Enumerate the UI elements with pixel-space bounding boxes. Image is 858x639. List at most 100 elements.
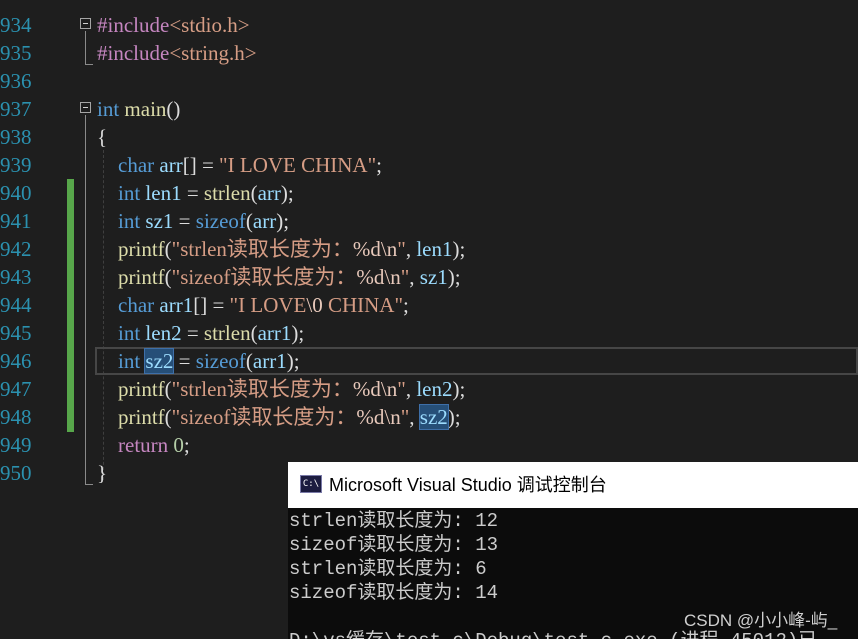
code-token: %d xyxy=(356,265,385,289)
code-token: [] = xyxy=(193,293,230,317)
code-text[interactable]: int len1 = strlen(arr); xyxy=(97,179,294,207)
code-text[interactable]: printf("strlen读取长度为：%d\n", len1); xyxy=(97,235,465,263)
line-number: 941 xyxy=(0,209,32,233)
console-app-icon: C:\ xyxy=(300,475,322,493)
code-token: arr1 xyxy=(159,293,194,317)
code-text[interactable]: int len2 = strlen(arr1); xyxy=(97,319,304,347)
code-text[interactable]: printf("strlen读取长度为：%d\n", len2); xyxy=(97,375,465,403)
code-line[interactable]: 941 int sz1 = sizeof(arr); xyxy=(0,207,858,235)
code-text[interactable]: printf("sizeof读取长度为：%d\n", sz2); xyxy=(97,403,461,431)
code-token: len1 xyxy=(145,181,182,205)
code-token: = xyxy=(173,349,196,373)
line-number: 950 xyxy=(0,461,32,485)
code-token: ; xyxy=(376,153,383,177)
line-number: 938 xyxy=(0,125,32,149)
code-token: , xyxy=(405,377,417,401)
code-token: ); xyxy=(286,349,300,373)
code-token: "I LOVE CHINA" xyxy=(219,153,377,177)
code-text[interactable]: int sz1 = sizeof(arr); xyxy=(97,207,289,235)
code-text[interactable]: return 0; xyxy=(97,431,190,459)
code-line[interactable]: 938 { xyxy=(0,123,858,151)
code-line[interactable]: 948 printf("sizeof读取长度为：%d\n", sz2); xyxy=(0,403,858,431)
code-token: "strlen读取长度为： xyxy=(171,237,353,261)
code-line[interactable]: 936 xyxy=(0,67,858,95)
code-text[interactable]: } xyxy=(97,459,107,487)
line-number: 947 xyxy=(0,377,32,401)
code-text[interactable]: printf("sizeof读取长度为：%d\n", sz1); xyxy=(97,263,461,291)
code-token: ); xyxy=(291,321,305,345)
code-token: <stdio.h> xyxy=(169,13,250,37)
code-token: int xyxy=(118,209,141,233)
code-token: <string.h> xyxy=(169,41,257,65)
code-line[interactable]: 939 char arr[] = "I LOVE CHINA"; xyxy=(0,151,858,179)
line-number: 942 xyxy=(0,237,32,261)
code-token: printf xyxy=(118,405,165,429)
code-line[interactable]: 946 int sz2 = sizeof(arr1); xyxy=(0,347,858,375)
code-token: ( xyxy=(250,181,258,205)
code-text[interactable]: int sz2 = sizeof(arr1); xyxy=(97,347,300,375)
code-text[interactable]: char arr1[] = "I LOVE\0 CHINA"; xyxy=(97,291,409,319)
code-token: \n xyxy=(380,237,398,261)
code-token: ); xyxy=(452,377,466,401)
code-token: ( xyxy=(164,265,172,289)
console-titlebar[interactable]: C:\ Microsoft Visual Studio 调试控制台 xyxy=(288,462,858,508)
code-token: len2 xyxy=(145,321,182,345)
code-token: main xyxy=(124,97,167,121)
code-token: ( xyxy=(164,405,172,429)
line-number: 934 xyxy=(0,13,32,37)
code-line[interactable]: 935 #include<string.h> xyxy=(0,39,858,67)
code-line[interactable]: 942 printf("strlen读取长度为：%d\n", len1); xyxy=(0,235,858,263)
line-number: 945 xyxy=(0,321,32,345)
code-token: CHINA" xyxy=(322,293,404,317)
code-token: int xyxy=(118,321,141,345)
code-token: ); xyxy=(276,209,290,233)
code-token: ; xyxy=(403,293,409,317)
code-text[interactable]: #include<string.h> xyxy=(97,39,257,67)
code-token: ( xyxy=(245,209,253,233)
code-token: " xyxy=(397,377,406,401)
code-line[interactable]: 949 return 0; xyxy=(0,431,858,459)
code-token: printf xyxy=(118,265,165,289)
code-token: printf xyxy=(118,377,165,401)
code-token: #include xyxy=(97,41,170,65)
code-token: ; xyxy=(183,433,190,457)
line-number: 939 xyxy=(0,153,32,177)
line-number: 948 xyxy=(0,405,32,429)
code-token: char xyxy=(118,293,155,317)
code-token: " xyxy=(397,237,406,261)
code-token: , xyxy=(405,237,417,261)
code-token: #include xyxy=(97,13,170,37)
code-token: return xyxy=(118,433,169,457)
code-token: strlen xyxy=(203,321,251,345)
code-text[interactable]: { xyxy=(97,123,107,151)
code-line[interactable]: 940 int len1 = strlen(arr); xyxy=(0,179,858,207)
code-token: int xyxy=(97,97,120,121)
code-token: strlen xyxy=(203,181,251,205)
code-line[interactable]: 937 int main() xyxy=(0,95,858,123)
code-token: ( xyxy=(245,349,253,373)
code-line[interactable]: 947 printf("strlen读取长度为：%d\n", len2); xyxy=(0,375,858,403)
code-token: "I LOVE xyxy=(229,293,307,317)
code-line[interactable]: 945 int len2 = strlen(arr1); xyxy=(0,319,858,347)
console-output-line: sizeof读取长度为: 14 xyxy=(289,582,499,604)
code-text[interactable]: int main() xyxy=(97,95,180,123)
code-token: () xyxy=(166,97,181,121)
code-line[interactable]: 943 printf("sizeof读取长度为：%d\n", sz1); xyxy=(0,263,858,291)
code-token: " xyxy=(400,265,410,289)
console-output-line: sizeof读取长度为: 13 xyxy=(289,534,499,556)
code-token: ); xyxy=(447,265,461,289)
code-line[interactable]: 944 char arr1[] = "I LOVE\0 CHINA"; xyxy=(0,291,858,319)
code-token: ( xyxy=(164,377,172,401)
code-text[interactable]: #include<stdio.h> xyxy=(97,11,250,39)
code-text[interactable]: char arr[] = "I LOVE CHINA"; xyxy=(97,151,382,179)
line-number: 946 xyxy=(0,349,32,373)
code-token: printf xyxy=(118,237,165,261)
code-line[interactable]: 934 #include<stdio.h> xyxy=(0,11,858,39)
code-token: = xyxy=(181,181,204,205)
code-token: arr xyxy=(252,209,277,233)
